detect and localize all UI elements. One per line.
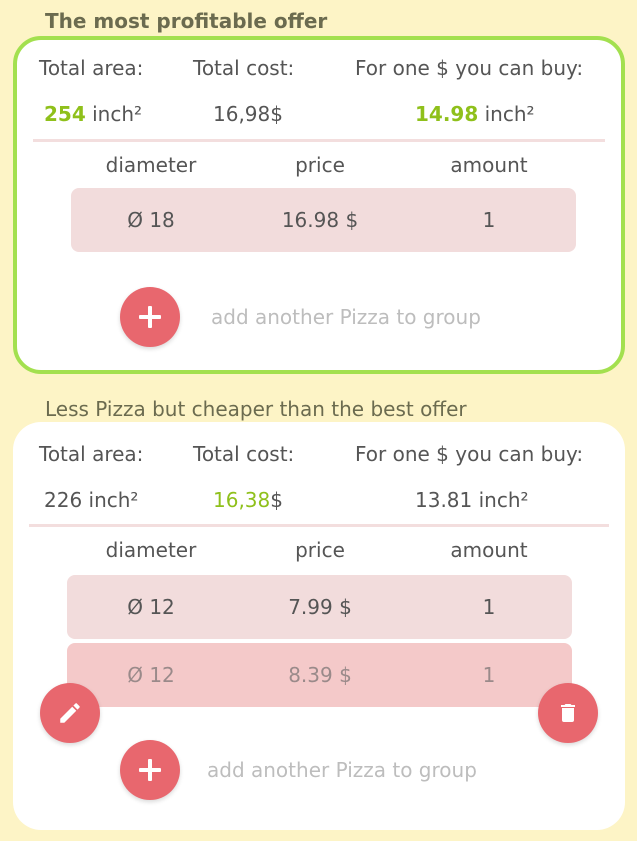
pizza-row[interactable]: Ø 18 16.98 $ 1 (71, 188, 576, 252)
best-offer-title: The most profitable offer (45, 9, 328, 33)
total-cost-label: Total cost: (193, 56, 295, 80)
column-header-price: price (295, 153, 345, 177)
total-area-value: 226 inch² (44, 488, 139, 512)
plus-icon (139, 759, 161, 781)
total-area-label: Total area: (39, 442, 144, 466)
per-dollar-value: 14.98 inch² (415, 102, 535, 126)
total-cost-value: 16,98$ (213, 102, 283, 126)
per-dollar-label: For one $ you can buy: (355, 56, 584, 80)
delete-pizza-button[interactable] (538, 683, 598, 743)
pizza-amount: 1 (482, 663, 496, 687)
column-header-amount: amount (450, 153, 528, 177)
pizza-row-selected[interactable]: Ø 12 8.39 $ 1 (67, 643, 572, 707)
total-cost-label: Total cost: (193, 442, 295, 466)
cheaper-offer-title: Less Pizza but cheaper than the best off… (45, 397, 467, 421)
column-header-diameter: diameter (105, 153, 197, 177)
best-offer-card: Total area: Total cost: For one $ you ca… (13, 36, 625, 374)
per-dollar-label: For one $ you can buy: (355, 442, 584, 466)
per-dollar-value: 13.81 inch² (415, 488, 529, 512)
add-pizza-label[interactable]: add another Pizza to group (207, 758, 477, 782)
pizza-diameter: Ø 12 (127, 663, 175, 687)
pizza-amount: 1 (482, 208, 496, 232)
pizza-amount: 1 (482, 595, 496, 619)
cheaper-offer-card: Total area: Total cost: For one $ you ca… (13, 422, 625, 830)
total-cost-value: 16,38$ (213, 488, 283, 512)
total-area-label: Total area: (39, 56, 144, 80)
add-pizza-button[interactable] (120, 740, 180, 800)
add-pizza-label[interactable]: add another Pizza to group (211, 305, 481, 329)
trash-icon (561, 704, 575, 722)
total-area-value: 254 inch² (44, 102, 143, 126)
divider (29, 524, 609, 527)
edit-pizza-button[interactable] (40, 683, 100, 743)
divider (33, 139, 605, 142)
add-pizza-row[interactable]: add another Pizza to group (13, 740, 625, 800)
plus-icon (139, 306, 161, 328)
pizza-price: 16.98 $ (281, 208, 359, 232)
pizza-price: 8.39 $ (288, 663, 352, 687)
pencil-icon (60, 703, 80, 723)
pizza-diameter: Ø 12 (127, 595, 175, 619)
column-header-price: price (295, 538, 345, 562)
add-pizza-row[interactable]: add another Pizza to group (17, 287, 621, 347)
column-header-amount: amount (450, 538, 528, 562)
add-pizza-button[interactable] (120, 287, 180, 347)
pizza-price: 7.99 $ (288, 595, 352, 619)
pizza-diameter: Ø 18 (127, 208, 175, 232)
pizza-row[interactable]: Ø 12 7.99 $ 1 (67, 575, 572, 639)
column-header-diameter: diameter (105, 538, 197, 562)
